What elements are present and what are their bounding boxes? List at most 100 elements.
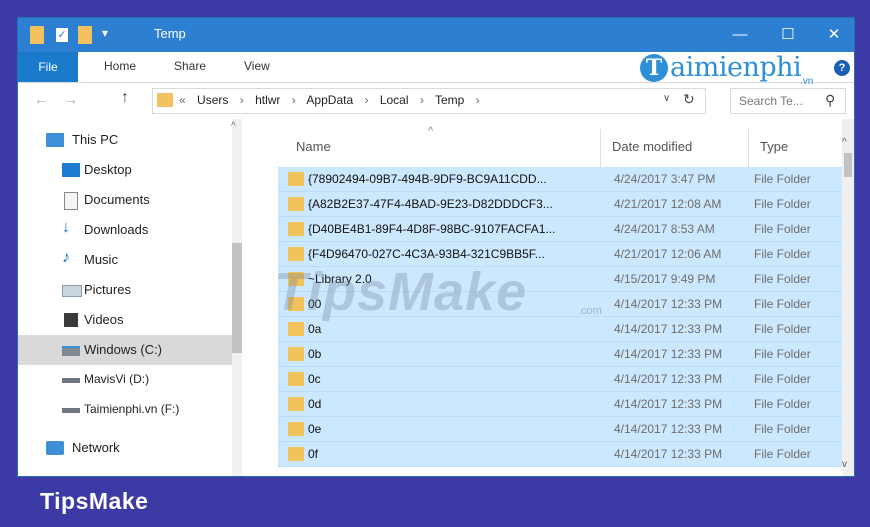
- properties-icon[interactable]: ✓: [56, 28, 68, 42]
- customize-toolbar-icon[interactable]: ▾: [102, 26, 108, 44]
- drive-icon: [62, 346, 80, 356]
- file-type: File Folder: [754, 347, 811, 361]
- breadcrumb-htlwr[interactable]: htlwr: [255, 93, 280, 107]
- pictures-icon: [62, 285, 82, 297]
- column-divider[interactable]: [748, 129, 749, 169]
- logo-mark: T: [640, 54, 668, 82]
- sidebar-item-this-pc[interactable]: This PC: [18, 125, 232, 155]
- sidebar-item-downloads[interactable]: ↓ Downloads: [18, 215, 232, 245]
- file-type: File Folder: [754, 172, 811, 186]
- file-date: 4/24/2017 8:53 AM: [614, 222, 715, 236]
- folder-icon: [288, 172, 304, 186]
- chevron-right-icon[interactable]: ›: [420, 93, 424, 107]
- search-icon[interactable]: ⚲: [825, 92, 835, 109]
- breadcrumb-users[interactable]: Users: [197, 93, 228, 107]
- close-button[interactable]: ✕: [814, 23, 854, 47]
- videos-icon: [64, 313, 78, 327]
- chevron-right-icon[interactable]: ›: [292, 93, 296, 107]
- column-divider[interactable]: [600, 129, 601, 169]
- file-name: 0e: [308, 422, 322, 436]
- address-bar[interactable]: « Users › htlwr › AppData › Local › Temp…: [152, 88, 706, 114]
- table-row[interactable]: 0e 4/14/2017 12:33 PM File Folder: [278, 417, 852, 442]
- file-name: 0b: [308, 347, 322, 361]
- sidebar-item-taimienphi-f[interactable]: Taimienphi.vn (F:): [18, 395, 232, 425]
- folder-icon: [288, 347, 304, 361]
- table-row[interactable]: 0f 4/14/2017 12:33 PM File Folder: [278, 442, 852, 467]
- watermark-suffix: .com: [578, 305, 602, 317]
- ribbon-tabs: File Home Share View T aimienphi .vn ?: [18, 52, 854, 87]
- chevron-right-icon[interactable]: ›: [476, 93, 480, 107]
- folder-icon: [288, 447, 304, 461]
- new-folder-icon[interactable]: [78, 26, 92, 44]
- file-list-scroll-thumb[interactable]: [844, 153, 852, 177]
- scroll-down-icon[interactable]: v: [842, 459, 847, 470]
- table-row[interactable]: 0b 4/14/2017 12:33 PM File Folder: [278, 342, 852, 367]
- sidebar-item-network[interactable]: Network: [18, 433, 232, 463]
- column-header-type[interactable]: Type: [760, 139, 788, 154]
- table-row[interactable]: ~Library 2.0 4/15/2017 9:49 PM File Fold…: [278, 267, 852, 292]
- file-date: 4/14/2017 12:33 PM: [614, 397, 723, 411]
- table-row[interactable]: 0a 4/14/2017 12:33 PM File Folder: [278, 317, 852, 342]
- file-date: 4/14/2017 12:33 PM: [614, 422, 723, 436]
- sidebar-item-windows-c[interactable]: Windows (C:): [18, 335, 232, 365]
- file-type: File Folder: [754, 372, 811, 386]
- table-row[interactable]: {78902494-09B7-494B-9DF9-BC9A11CDD... 4/…: [278, 167, 852, 192]
- table-row[interactable]: {A82B2E37-47F4-4BAD-9E23-D82DDDCF3... 4/…: [278, 192, 852, 217]
- file-date: 4/24/2017 3:47 PM: [614, 172, 716, 186]
- sidebar-item-pictures[interactable]: Pictures: [18, 275, 232, 305]
- column-header-date[interactable]: Date modified: [612, 139, 692, 154]
- table-row[interactable]: {D40BE4B1-89F4-4D8F-98BC-9107FACFA1... 4…: [278, 217, 852, 242]
- sidebar-item-label: Music: [84, 252, 118, 267]
- folder-icon: [288, 422, 304, 436]
- tab-file[interactable]: File: [18, 52, 78, 82]
- sidebar-item-label: Taimienphi.vn (F:): [84, 402, 180, 416]
- folder-icon[interactable]: [30, 26, 44, 44]
- maximize-button[interactable]: ☐: [768, 23, 808, 47]
- table-row[interactable]: 0d 4/14/2017 12:33 PM File Folder: [278, 392, 852, 417]
- breadcrumb-appdata[interactable]: AppData: [306, 93, 353, 107]
- file-type: File Folder: [754, 422, 811, 436]
- file-date: 4/14/2017 12:33 PM: [614, 372, 723, 386]
- sidebar-item-music[interactable]: ♪ Music: [18, 245, 232, 275]
- file-date: 4/15/2017 9:49 PM: [614, 272, 716, 286]
- file-date: 4/14/2017 12:33 PM: [614, 347, 723, 361]
- sidebar-item-desktop[interactable]: Desktop: [18, 155, 232, 185]
- tab-home[interactable]: Home: [104, 59, 136, 73]
- scroll-up-icon[interactable]: ^: [231, 121, 236, 132]
- table-row[interactable]: {F4D96470-027C-4C3A-93B4-321C9BB5F... 4/…: [278, 242, 852, 267]
- column-header-name[interactable]: Name: [296, 139, 331, 154]
- file-type: File Folder: [754, 197, 811, 211]
- sidebar-item-documents[interactable]: Documents: [18, 185, 232, 215]
- table-row[interactable]: 0c 4/14/2017 12:33 PM File Folder: [278, 367, 852, 392]
- overflow-chevron-icon[interactable]: «: [179, 93, 186, 107]
- forward-arrow-icon[interactable]: →: [64, 91, 78, 107]
- refresh-icon[interactable]: ↻: [683, 91, 695, 108]
- sidebar-item-mavisvi-d[interactable]: MavisVi (D:): [18, 365, 232, 395]
- search-input[interactable]: Search Te...: [739, 94, 803, 108]
- chevron-right-icon[interactable]: ›: [240, 93, 244, 107]
- breadcrumb-local[interactable]: Local: [380, 93, 409, 107]
- up-arrow-icon[interactable]: ↑: [121, 89, 129, 107]
- taimienphi-logo: T aimienphi .vn ?: [636, 52, 854, 87]
- folder-icon: [288, 322, 304, 336]
- help-icon[interactable]: ?: [834, 60, 850, 76]
- tab-view[interactable]: View: [244, 59, 270, 73]
- folder-icon: [288, 297, 304, 311]
- tab-share[interactable]: Share: [174, 59, 206, 73]
- chevron-down-icon[interactable]: ∨: [663, 93, 670, 104]
- file-type: File Folder: [754, 447, 811, 461]
- sidebar-scroll-thumb[interactable]: [232, 243, 242, 353]
- sidebar-item-label: Network: [72, 440, 120, 455]
- minimize-button[interactable]: —: [720, 23, 760, 47]
- search-box[interactable]: Search Te... ⚲: [730, 88, 846, 114]
- sidebar-item-label: Downloads: [84, 222, 149, 237]
- sidebar-item-videos[interactable]: Videos: [18, 305, 232, 335]
- table-row[interactable]: 00 4/14/2017 12:33 PM File Folder: [278, 292, 852, 317]
- documents-icon: [64, 192, 78, 210]
- breadcrumb: « Users › htlwr › AppData › Local › Temp…: [179, 93, 488, 107]
- back-arrow-icon[interactable]: ←: [34, 91, 48, 107]
- file-name: {D40BE4B1-89F4-4D8F-98BC-9107FACFA1...: [308, 222, 556, 236]
- chevron-right-icon[interactable]: ›: [364, 93, 368, 107]
- breadcrumb-temp[interactable]: Temp: [435, 93, 464, 107]
- scroll-up-icon[interactable]: ^: [842, 137, 847, 148]
